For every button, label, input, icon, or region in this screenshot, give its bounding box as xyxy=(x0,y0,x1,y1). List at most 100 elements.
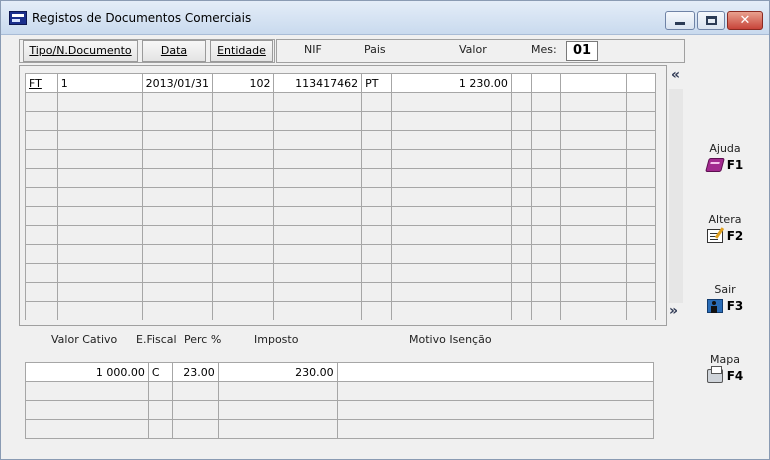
document-cell-empty[interactable] xyxy=(530,130,562,150)
document-cell-empty[interactable] xyxy=(626,244,656,264)
document-cell-entidade[interactable] xyxy=(212,92,275,112)
document-cell-empty[interactable] xyxy=(530,301,562,320)
document-cell-data[interactable] xyxy=(141,92,214,112)
document-cell-nif[interactable] xyxy=(273,149,363,169)
document-cell-empty[interactable] xyxy=(560,263,628,283)
document-cell-empty[interactable] xyxy=(626,206,656,226)
document-cell-nif[interactable] xyxy=(273,92,363,112)
tax-cell-motivo[interactable] xyxy=(336,362,654,382)
document-cell-tipo[interactable] xyxy=(25,244,58,264)
document-cell-empty[interactable] xyxy=(530,263,562,283)
document-cell-nif[interactable] xyxy=(273,301,363,320)
document-cell-empty[interactable] xyxy=(626,73,656,93)
tax-cell-motivo[interactable] xyxy=(336,419,654,439)
tax-cell-motivo[interactable] xyxy=(336,400,654,420)
tax-row[interactable]: 1 000.00 C 23.00 230.00 xyxy=(25,362,654,382)
document-row[interactable] xyxy=(25,301,656,320)
document-cell-valor[interactable] xyxy=(390,244,512,264)
document-cell-valor[interactable]: 1 230.00 xyxy=(390,73,512,93)
document-cell-data[interactable] xyxy=(141,111,214,131)
document-cell-empty[interactable] xyxy=(560,301,628,320)
document-cell-nif[interactable] xyxy=(273,225,363,245)
document-cell-empty[interactable] xyxy=(530,149,562,169)
sort-entidade-button[interactable]: Entidade xyxy=(210,40,273,62)
tax-cell-perc[interactable]: 23.00 xyxy=(171,362,219,382)
document-row[interactable] xyxy=(25,92,656,112)
document-row[interactable] xyxy=(25,282,656,302)
document-cell-entidade[interactable] xyxy=(212,263,275,283)
tax-cell-e-fiscal[interactable] xyxy=(147,400,173,420)
document-cell-empty[interactable] xyxy=(510,130,532,150)
document-cell-valor[interactable] xyxy=(390,263,512,283)
document-cell-entidade[interactable] xyxy=(212,168,275,188)
document-cell-empty[interactable] xyxy=(626,92,656,112)
tax-cell-perc[interactable] xyxy=(171,400,219,420)
mes-input[interactable]: 01 xyxy=(566,41,598,61)
document-cell-nif[interactable] xyxy=(273,282,363,302)
document-cell-empty[interactable] xyxy=(510,92,532,112)
document-row[interactable] xyxy=(25,225,656,245)
fkey-f4-button[interactable]: Mapa F4 xyxy=(701,353,749,383)
document-cell-data[interactable] xyxy=(141,206,214,226)
maximize-button[interactable] xyxy=(697,11,725,30)
document-cell-pais[interactable] xyxy=(361,149,392,169)
document-cell-tipo[interactable] xyxy=(25,130,58,150)
document-cell-numero[interactable]: 1 xyxy=(56,73,143,93)
tax-cell-imposto[interactable]: 230.00 xyxy=(217,362,338,382)
document-cell-empty[interactable] xyxy=(626,130,656,150)
tax-cell-valor-cativo[interactable]: 1 000.00 xyxy=(25,362,149,382)
document-cell-nif[interactable]: 113417462 xyxy=(273,73,363,93)
document-row[interactable] xyxy=(25,130,656,150)
document-cell-entidade[interactable] xyxy=(212,187,275,207)
document-row[interactable] xyxy=(25,168,656,188)
document-cell-tipo[interactable] xyxy=(25,111,58,131)
tax-cell-imposto[interactable] xyxy=(217,419,338,439)
document-cell-pais[interactable] xyxy=(361,282,392,302)
minimize-button[interactable] xyxy=(665,11,695,30)
scroll-down-icon[interactable]: » xyxy=(669,303,678,319)
document-cell-empty[interactable] xyxy=(560,225,628,245)
document-cell-numero[interactable] xyxy=(56,92,143,112)
document-row[interactable]: FT 1 2013/01/31 102 113417462 PT 1 230.00 xyxy=(25,73,656,93)
document-cell-empty[interactable] xyxy=(560,168,628,188)
document-cell-valor[interactable] xyxy=(390,282,512,302)
document-cell-pais[interactable] xyxy=(361,206,392,226)
tax-cell-perc[interactable] xyxy=(171,381,219,401)
document-cell-nif[interactable] xyxy=(273,130,363,150)
document-cell-pais[interactable] xyxy=(361,225,392,245)
document-cell-data[interactable] xyxy=(141,301,214,320)
document-cell-nif[interactable] xyxy=(273,206,363,226)
document-cell-empty[interactable] xyxy=(626,187,656,207)
document-cell-valor[interactable] xyxy=(390,130,512,150)
document-cell-nif[interactable] xyxy=(273,168,363,188)
scroll-up-icon[interactable]: « xyxy=(671,67,680,83)
document-cell-tipo[interactable] xyxy=(25,282,58,302)
document-cell-empty[interactable] xyxy=(510,187,532,207)
document-cell-empty[interactable] xyxy=(530,282,562,302)
document-cell-empty[interactable] xyxy=(626,149,656,169)
tax-cell-valor-cativo[interactable] xyxy=(25,419,149,439)
document-cell-empty[interactable] xyxy=(510,73,532,93)
document-cell-empty[interactable] xyxy=(626,282,656,302)
document-cell-entidade[interactable] xyxy=(212,301,275,320)
document-cell-numero[interactable] xyxy=(56,111,143,131)
document-cell-data[interactable] xyxy=(141,225,214,245)
document-cell-nif[interactable] xyxy=(273,263,363,283)
document-cell-empty[interactable] xyxy=(560,111,628,131)
document-cell-entidade[interactable] xyxy=(212,111,275,131)
document-cell-tipo[interactable] xyxy=(25,206,58,226)
document-cell-empty[interactable] xyxy=(530,225,562,245)
document-cell-empty[interactable] xyxy=(510,282,532,302)
document-cell-entidade[interactable] xyxy=(212,130,275,150)
document-cell-empty[interactable] xyxy=(530,92,562,112)
document-cell-numero[interactable] xyxy=(56,225,143,245)
document-cell-numero[interactable] xyxy=(56,187,143,207)
tax-cell-motivo[interactable] xyxy=(336,381,654,401)
document-cell-empty[interactable] xyxy=(560,187,628,207)
document-cell-valor[interactable] xyxy=(390,301,512,320)
document-cell-empty[interactable] xyxy=(626,111,656,131)
document-cell-tipo[interactable]: FT xyxy=(25,73,58,93)
sort-data-button[interactable]: Data xyxy=(142,40,206,62)
tax-cell-valor-cativo[interactable] xyxy=(25,400,149,420)
document-cell-data[interactable] xyxy=(141,282,214,302)
